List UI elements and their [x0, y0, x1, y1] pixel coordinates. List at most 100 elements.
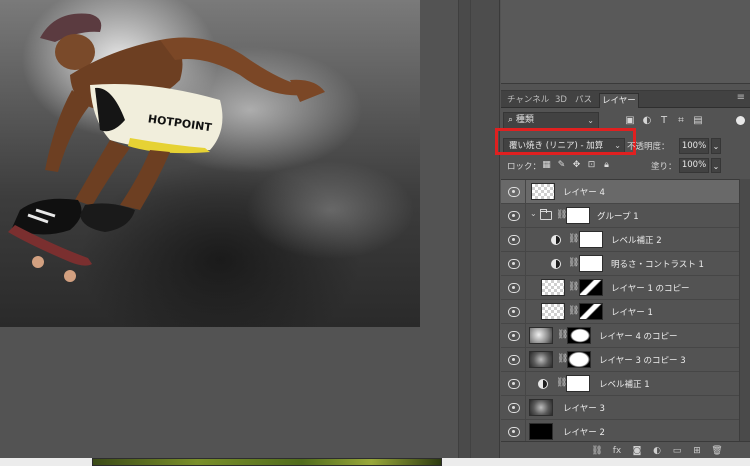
layer-thumbnail — [531, 183, 555, 200]
layers-panel: チャンネル 3D パス レイヤー ≡ ⌕ 種類 ⌄ ▣ ◐ T ⌗ ▤ 覆い焼き… — [495, 90, 750, 459]
mask-thumbnail — [567, 327, 591, 344]
adjustment-icon — [551, 259, 561, 269]
layer-thumbnail — [529, 351, 553, 368]
layer-name[interactable]: レイヤー 3 のコピー 3 — [599, 354, 686, 366]
eye-icon[interactable] — [508, 235, 520, 245]
canvas-vertical-scrollbar[interactable] — [458, 0, 470, 458]
eye-icon[interactable] — [508, 379, 520, 389]
fill-dropdown-icon[interactable]: ⌄ — [711, 158, 721, 173]
tab-3d[interactable]: 3D — [553, 93, 569, 108]
link-icon[interactable]: ⛓ — [568, 258, 579, 268]
fill-input[interactable]: 100% — [679, 158, 709, 173]
eye-icon[interactable] — [508, 187, 520, 197]
lock-position-icon[interactable]: ✥ — [571, 160, 582, 171]
link-icon[interactable]: ⛓ — [568, 234, 579, 244]
link-icon[interactable]: ⛓ — [568, 306, 579, 316]
lock-image-icon[interactable]: ✎ — [556, 160, 567, 171]
adjustment-icon — [551, 235, 561, 245]
eye-icon[interactable] — [508, 427, 520, 437]
layer-name[interactable]: レイヤー 1 — [611, 306, 653, 318]
mask-thumbnail — [567, 351, 591, 368]
mask-thumbnail — [579, 279, 603, 296]
pixel-filter-icon[interactable]: ▣ — [624, 115, 636, 127]
link-layers-icon[interactable]: ⛓ — [591, 445, 603, 457]
document-canvas[interactable]: HOTPOINT — [0, 0, 458, 458]
layer-row[interactable]: ⛓ レイヤー 1 — [501, 300, 739, 324]
new-layer-icon[interactable]: ⊞ — [691, 445, 703, 457]
layer-name[interactable]: 明るさ・コントラスト 1 — [611, 258, 704, 270]
right-panel: チャンネル 3D パス レイヤー ≡ ⌕ 種類 ⌄ ▣ ◐ T ⌗ ▤ 覆い焼き… — [495, 0, 750, 459]
trash-icon[interactable]: 🗑︎ — [711, 445, 723, 457]
layers-footer-toolbar: ⛓ fx ◙ ◐ ▭ ⊞ 🗑︎ — [501, 441, 750, 459]
layer-row[interactable]: ⛓ レベル補正 2 — [501, 228, 739, 252]
layer-row[interactable]: ⛓ レイヤー 4 のコピー — [501, 324, 739, 348]
layer-thumbnail — [529, 399, 553, 416]
layer-name[interactable]: レベル補正 2 — [611, 234, 662, 246]
mask-thumbnail — [579, 303, 603, 320]
mask-thumbnail — [579, 255, 603, 272]
group-mask-thumbnail — [566, 207, 590, 224]
search-icon: ⌕ — [508, 115, 516, 125]
layer-name[interactable]: グループ 1 — [597, 210, 639, 222]
blend-mode-value: 覆い焼き (リニア) - 加算 — [509, 141, 604, 151]
layer-filter-row: ⌕ 種類 ⌄ ▣ ◐ T ⌗ ▤ — [501, 110, 750, 132]
blend-row: 覆い焼き (リニア) - 加算 ⌄ 不透明度： 100% ⌄ — [495, 128, 750, 156]
skateboarder-illustration: HOTPOINT — [8, 13, 325, 282]
layer-name[interactable]: レベル補正 1 — [599, 378, 650, 390]
layer-name[interactable]: レイヤー 4 — [563, 186, 605, 198]
layer-row[interactable]: レイヤー 4 — [501, 180, 739, 204]
lock-row: ロック： ▦ ✎ ✥ ⊡ 🔒︎ 塗り： 100% ⌄ — [501, 157, 750, 175]
shape-filter-icon[interactable]: ⌗ — [675, 115, 687, 127]
panel-tabs: チャンネル 3D パス レイヤー ≡ — [501, 91, 750, 108]
type-filter-icon[interactable]: T — [658, 115, 670, 127]
layer-row[interactable]: ⛓ レイヤー 3 のコピー 3 — [501, 348, 739, 372]
chevron-down-icon[interactable]: ⌄ — [530, 209, 537, 218]
link-icon[interactable]: ⛓ — [568, 282, 579, 292]
layer-name[interactable]: レイヤー 3 — [563, 402, 605, 414]
layer-thumbnail — [529, 423, 553, 440]
layer-row[interactable]: ⛓ レイヤー 1 のコピー — [501, 276, 739, 300]
panel-menu-icon[interactable]: ≡ — [737, 92, 745, 103]
eye-icon[interactable] — [508, 283, 520, 293]
eye-icon[interactable] — [508, 355, 520, 365]
eye-icon[interactable] — [508, 259, 520, 269]
layer-name[interactable]: レイヤー 2 — [563, 426, 605, 438]
lock-artboard-icon[interactable]: ⊡ — [586, 160, 597, 171]
filter-toggle-icon[interactable] — [736, 116, 745, 125]
layer-row[interactable]: ⛓ 明るさ・コントラスト 1 — [501, 252, 739, 276]
eye-icon[interactable] — [508, 403, 520, 413]
eye-icon[interactable] — [508, 331, 520, 341]
eye-icon[interactable] — [508, 211, 520, 221]
filter-kind-select[interactable]: ⌕ 種類 ⌄ — [503, 112, 599, 129]
opacity-dropdown-icon[interactable]: ⌄ — [711, 138, 721, 154]
opacity-label: 不透明度： — [627, 142, 670, 152]
tab-layers[interactable]: レイヤー — [599, 93, 639, 108]
adjustment-icon — [538, 379, 548, 389]
tab-channels[interactable]: チャンネル — [505, 93, 551, 108]
add-mask-icon[interactable]: ◙ — [631, 445, 643, 457]
artwork-image: HOTPOINT — [0, 0, 420, 327]
lock-transparent-icon[interactable]: ▦ — [541, 160, 552, 171]
layer-list-scrollbar[interactable] — [739, 179, 750, 441]
adjustment-filter-icon[interactable]: ◐ — [641, 115, 653, 127]
new-group-icon[interactable]: ▭ — [671, 445, 683, 457]
layer-row[interactable]: レイヤー 3 — [501, 396, 739, 420]
collapsed-top-panel — [501, 0, 750, 84]
layer-name[interactable]: レイヤー 1 のコピー — [611, 282, 690, 294]
layer-name[interactable]: レイヤー 4 のコピー — [599, 330, 678, 342]
layer-thumbnail — [541, 279, 565, 296]
chevron-down-icon: ⌄ — [587, 116, 594, 125]
layer-row[interactable]: ⌄ ⛓ グループ 1 — [501, 204, 739, 228]
fill-label: 塗り： — [651, 162, 677, 172]
tab-paths[interactable]: パス — [573, 93, 594, 108]
opacity-input[interactable]: 100% — [679, 138, 709, 154]
eye-icon[interactable] — [508, 307, 520, 317]
layer-thumbnail — [541, 303, 565, 320]
layer-thumbnail — [529, 327, 553, 344]
smart-object-filter-icon[interactable]: ▤ — [692, 115, 704, 127]
new-adjustment-icon[interactable]: ◐ — [651, 445, 663, 457]
layer-row[interactable]: ⛓ レベル補正 1 — [501, 372, 739, 396]
blend-mode-select[interactable]: 覆い焼き (リニア) - 加算 ⌄ — [495, 128, 636, 155]
fx-icon[interactable]: fx — [611, 445, 623, 457]
lock-all-icon[interactable]: 🔒︎ — [601, 160, 612, 171]
